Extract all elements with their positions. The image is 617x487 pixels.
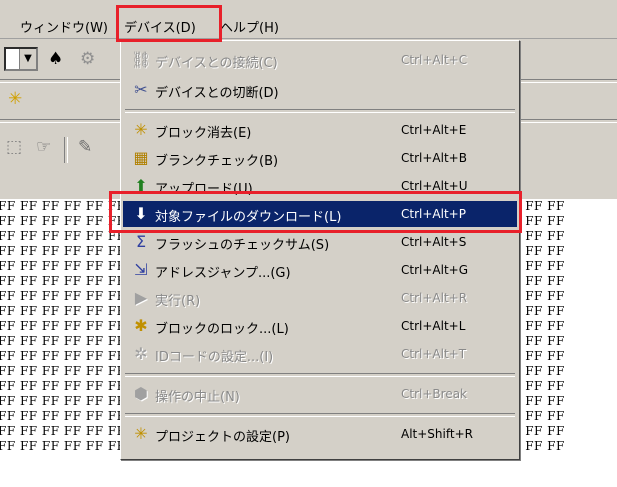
menu-item-block-erase[interactable]: ✳ ブロック消去(E) Ctrl+Alt+E [123,117,517,143]
menu-window[interactable]: ウィンドウ(W) [20,17,108,36]
run-icon: ▶ [134,288,148,307]
menu-separator [125,373,515,377]
checksum-icon: Σ [135,232,147,251]
id-code-icon: ✲ [134,344,148,363]
tool-icon[interactable]: ✎ [78,139,92,156]
device-menu-callout [116,5,222,42]
menu-item-blank-check[interactable]: ▦ ブランクチェック(B) Ctrl+Alt+B [123,145,517,171]
toolbar-combo[interactable]: ▼ [4,47,38,71]
disconnect-icon: ✂ [134,80,148,99]
erase-icon[interactable]: ✳ [8,91,22,108]
find-icon[interactable]: ⚙ [80,51,95,68]
menu-item-project-settings[interactable]: ✳ プロジェクトの設定(P) Alt+Shift+R [123,421,517,447]
stop-icon: ⬢ [134,384,148,403]
select-icon[interactable]: ⬚ [6,139,22,156]
project-settings-icon: ✳ [134,424,148,443]
menu-item-disconnect[interactable]: ✂ デバイスとの切断(D) [123,77,517,103]
block-lock-icon: ✱ [134,316,148,335]
menu-separator [125,109,515,113]
binoculars-icon[interactable]: ♠ [48,51,63,68]
device-menu: ⛓ デバイスとの接続(C) Ctrl+Alt+C ✂ デバイスとの切断(D) ✳… [120,40,520,460]
address-jump-icon: ⇲ [134,260,148,279]
blank-check-icon: ▦ [133,148,149,167]
chevron-down-icon[interactable]: ▼ [19,49,36,69]
connect-icon: ⛓ [131,50,152,69]
menu-item-id-code[interactable]: ✲ IDコードの設定...(I) Ctrl+Alt+T [123,341,517,367]
menu-item-run[interactable]: ▶ 実行(R) Ctrl+Alt+R [123,285,517,311]
menu-bar: ウィンドウ(W) デバイス(D) ヘルプ(H) [0,0,617,39]
pointer-icon[interactable]: ☞ [36,139,51,156]
block-erase-icon: ✳ [134,120,148,139]
menu-item-address-jump[interactable]: ⇲ アドレスジャンプ...(G) Ctrl+Alt+G [123,257,517,283]
menu-item-stop[interactable]: ⬢ 操作の中止(N) Ctrl+Break [123,381,517,407]
menu-separator [125,413,515,417]
download-item-callout [109,191,522,233]
menu-help[interactable]: ヘルプ(H) [220,17,279,36]
menu-item-connect[interactable]: ⛓ デバイスとの接続(C) Ctrl+Alt+C [123,47,517,73]
menu-item-block-lock[interactable]: ✱ ブロックのロック...(L) Ctrl+Alt+L [123,313,517,339]
toolbar-divider [64,137,68,163]
